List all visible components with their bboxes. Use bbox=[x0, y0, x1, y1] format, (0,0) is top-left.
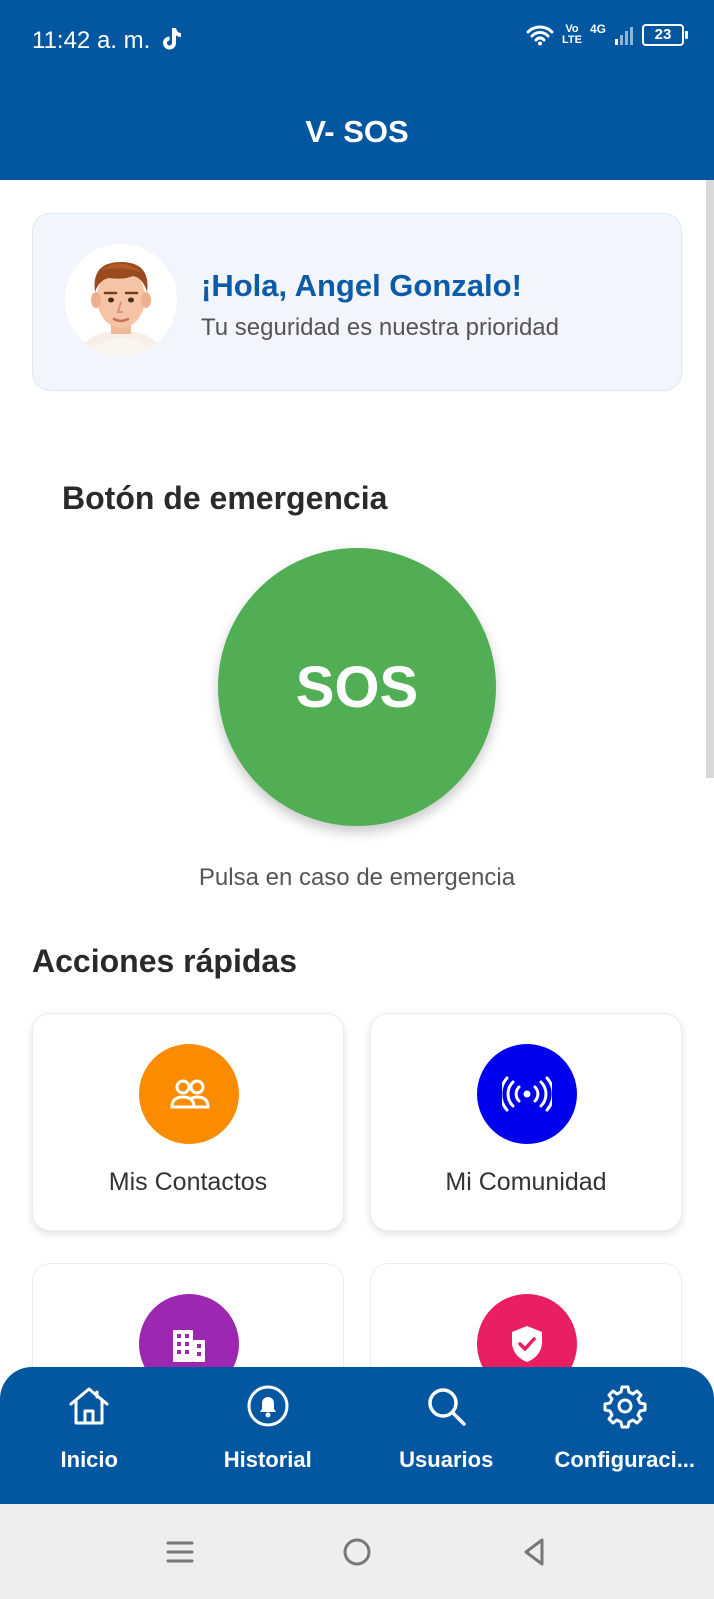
quick-action-label: Mi Comunidad bbox=[445, 1168, 607, 1196]
nav-item-usuarios[interactable]: Usuarios bbox=[357, 1367, 536, 1504]
system-nav-bar bbox=[0, 1504, 714, 1599]
nav-label: Inicio bbox=[60, 1447, 118, 1472]
sos-button[interactable]: SOS bbox=[218, 548, 496, 826]
network-type: 4G bbox=[589, 22, 606, 36]
gear-icon bbox=[603, 1385, 647, 1429]
greeting-card: ¡Hola, Angel Gonzalo! Tu seguridad es nu… bbox=[32, 213, 682, 391]
wifi-icon bbox=[526, 25, 554, 46]
back-triangle-icon[interactable] bbox=[516, 1534, 552, 1570]
volte-indicator: Vo LTE bbox=[562, 24, 582, 46]
broadcast-icon bbox=[477, 1044, 577, 1144]
nav-item-configuracion[interactable]: Configuraci... bbox=[536, 1367, 714, 1504]
nav-label: Configuraci... bbox=[554, 1447, 696, 1472]
nav-label: Historial bbox=[223, 1447, 312, 1472]
nav-label: Usuarios bbox=[399, 1447, 494, 1472]
volte-bottom: LTE bbox=[562, 34, 582, 46]
user-avatar-illustration bbox=[65, 244, 177, 356]
nav-item-historial[interactable]: Historial bbox=[179, 1367, 358, 1504]
quick-action-contacts[interactable]: Mis Contactos bbox=[32, 1013, 344, 1231]
status-indicators: Vo LTE 4G 23 bbox=[526, 22, 688, 46]
greeting-title: ¡Hola, Angel Gonzalo! bbox=[201, 268, 522, 303]
home-circle-icon[interactable] bbox=[339, 1534, 375, 1570]
quick-action-buildings[interactable] bbox=[32, 1263, 344, 1367]
quick-action-security[interactable] bbox=[370, 1263, 682, 1367]
emergency-heading: Botón de emergencia bbox=[62, 480, 388, 516]
scrollbar[interactable] bbox=[706, 180, 714, 778]
quick-action-community[interactable]: Mi Comunidad bbox=[370, 1013, 682, 1231]
quick-actions-heading: Acciones rápidas bbox=[32, 943, 297, 979]
signal-icon bbox=[615, 27, 633, 45]
bottom-nav: Inicio Historial Usuarios Configuraci... bbox=[0, 1367, 714, 1504]
quick-action-label: Mis Contactos bbox=[108, 1168, 268, 1196]
greeting-subtitle: Tu seguridad es nuestra prioridad bbox=[201, 314, 559, 341]
status-time: 11:42 a. m. bbox=[32, 27, 151, 54]
app-bar: V- SOS bbox=[0, 80, 714, 180]
recents-menu-icon[interactable] bbox=[162, 1534, 198, 1570]
tiktok-icon bbox=[163, 28, 181, 50]
home-icon bbox=[69, 1387, 109, 1425]
status-bar: 11:42 a. m. Vo LTE 4G 23 bbox=[0, 0, 714, 80]
bell-icon bbox=[247, 1385, 289, 1427]
contacts-icon bbox=[139, 1044, 239, 1144]
battery-indicator: 23 bbox=[642, 24, 688, 46]
nav-item-inicio[interactable]: Inicio bbox=[0, 1367, 179, 1504]
building-icon bbox=[139, 1294, 239, 1367]
search-icon bbox=[428, 1388, 466, 1426]
sos-hint: Pulsa en caso de emergencia bbox=[198, 864, 516, 891]
avatar bbox=[65, 244, 177, 356]
app-title: V- SOS bbox=[305, 114, 409, 149]
shield-check-icon bbox=[477, 1294, 577, 1367]
